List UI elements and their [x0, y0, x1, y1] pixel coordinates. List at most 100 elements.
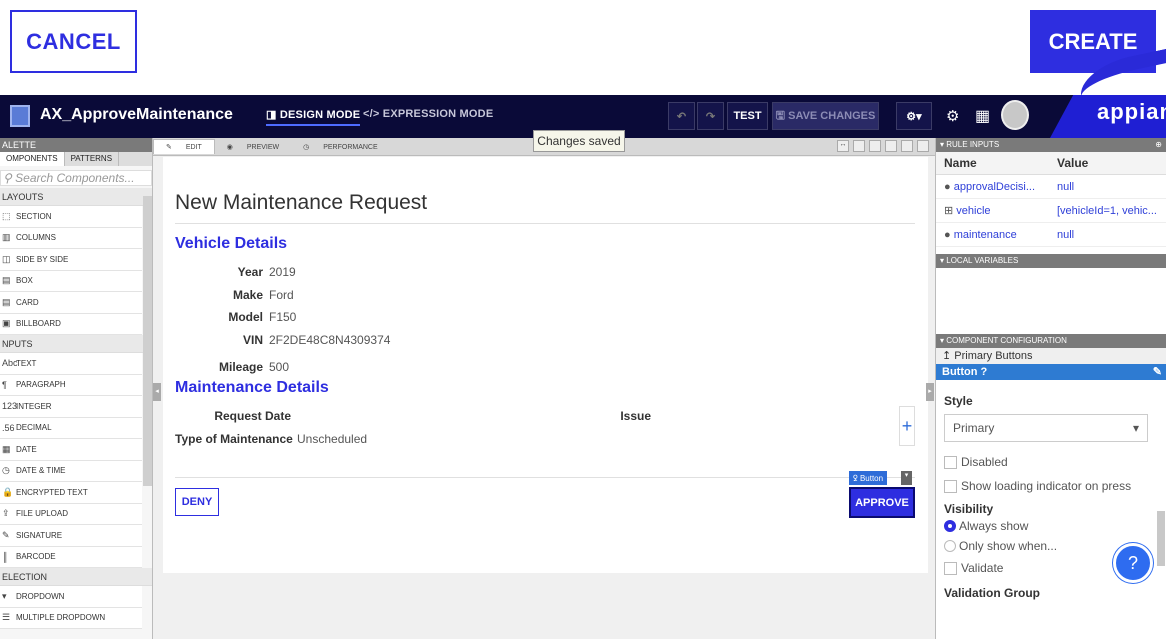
component-icon: ▤: [2, 296, 11, 307]
chevron-down-icon[interactable]: ▾: [901, 471, 912, 485]
expand-icon[interactable]: ⊞: [944, 205, 953, 217]
mileage-value: 500: [269, 360, 290, 374]
monitor-icon[interactable]: [869, 140, 881, 152]
palette-item[interactable]: .56 DECIMAL: [0, 417, 142, 439]
palette-item[interactable]: 123 INTEGER: [0, 396, 142, 418]
user-avatar[interactable]: [1001, 100, 1029, 130]
palette-item-label: BOX: [16, 276, 33, 286]
component-icon: ▾: [2, 590, 7, 601]
palette-item[interactable]: ║ BARCODE: [0, 546, 142, 568]
collapse-right-icon[interactable]: ▸: [926, 383, 934, 401]
radio[interactable]: [944, 540, 956, 552]
palette-item-label: DATE & TIME: [16, 466, 66, 476]
palette-item[interactable]: ¶ PARAGRAPH: [0, 374, 142, 396]
checkbox[interactable]: [944, 455, 957, 469]
rule-input-row[interactable]: ● approvalDecisi... null: [936, 175, 1166, 199]
help-icon[interactable]: ?: [1113, 543, 1153, 583]
checkbox[interactable]: [944, 479, 957, 493]
apps-grid-icon[interactable]: ▦: [975, 106, 990, 126]
palette-item[interactable]: ✎ SIGNATURE: [0, 525, 142, 547]
phone-icon[interactable]: [917, 140, 929, 152]
tab-edit[interactable]: ✎ EDIT: [153, 139, 215, 154]
changes-saved-toast: Changes saved: [533, 130, 625, 152]
desktop-icon[interactable]: [853, 140, 865, 152]
palette-item[interactable]: ◫ SIDE BY SIDE: [0, 249, 142, 271]
palette-item[interactable]: ☰ MULTIPLE DROPDOWN: [0, 607, 142, 629]
settings-button[interactable]: ⚙▾: [896, 102, 932, 130]
palette-item-label: PARAGRAPH: [16, 380, 66, 390]
tab-patterns[interactable]: PATTERNS: [65, 152, 120, 166]
divider: [175, 223, 915, 224]
loading-indicator-checkbox[interactable]: Show loading indicator on press: [936, 474, 1166, 498]
local-variables-area: [936, 268, 1166, 334]
approve-button[interactable]: APPROVE: [849, 487, 915, 518]
palette-item-label: ENCRYPTED TEXT: [16, 487, 88, 497]
design-canvas: ✎ EDIT ◉ PREVIEW ◷ PERFORMANCE ↔ New Mai…: [153, 138, 935, 639]
expression-mode-tab[interactable]: </> EXPRESSION MODE: [363, 108, 493, 120]
component-icon: ¶: [2, 379, 7, 390]
collapse-left-icon[interactable]: ◂: [153, 383, 161, 401]
rule-input-row[interactable]: ● maintenance null: [936, 223, 1166, 247]
fit-width-icon[interactable]: ↔: [837, 140, 849, 152]
tab-components[interactable]: OMPONENTS: [0, 152, 65, 166]
parent-breadcrumb[interactable]: ↥ Primary Buttons: [936, 348, 1166, 364]
component-icon: ║: [2, 551, 9, 562]
palette-item[interactable]: ▤ CARD: [0, 292, 142, 314]
divider: [175, 477, 915, 478]
chevron-down-icon: ▾: [1132, 421, 1139, 435]
palette-item[interactable]: ▣ BILLBOARD: [0, 313, 142, 335]
palette-item-label: INTEGER: [16, 401, 52, 411]
save-changes-button[interactable]: 🖫 SAVE CHANGES: [772, 102, 879, 130]
checkbox[interactable]: [944, 561, 957, 575]
palette-item[interactable]: ▥ COLUMNS: [0, 227, 142, 249]
add-icon[interactable]: ⊕: [1155, 138, 1162, 152]
test-button[interactable]: TEST: [727, 102, 768, 130]
help-icon[interactable]: ?: [981, 366, 988, 378]
palette-section-header[interactable]: NPUTS: [0, 335, 152, 353]
tab-preview[interactable]: ◉ PREVIEW: [215, 140, 291, 154]
style-dropdown[interactable]: Primary ▾: [944, 414, 1148, 442]
palette-section-header[interactable]: LAYOUTS: [0, 188, 152, 206]
palette-section-header[interactable]: ELECTION: [0, 568, 152, 586]
palette-item[interactable]: Abc TEXT: [0, 353, 142, 375]
radio-selected[interactable]: [944, 520, 956, 532]
maintenance-details-heading: Maintenance Details: [175, 379, 329, 396]
palette-scrollbar[interactable]: [143, 196, 152, 486]
request-date-label: Request Date: [214, 409, 291, 423]
palette-item[interactable]: ⬚ SECTION: [0, 206, 142, 228]
config-scrollbar[interactable]: [1157, 511, 1165, 566]
always-show-radio[interactable]: Always show: [936, 516, 1166, 536]
palette-item-label: BARCODE: [16, 552, 56, 562]
deny-button[interactable]: DENY: [175, 488, 219, 516]
tools-icon[interactable]: ⚙: [946, 107, 959, 125]
cancel-button[interactable]: CANCEL: [10, 10, 137, 73]
rule-input-row[interactable]: ⊞ vehicle [vehicleId=1, vehic...: [936, 199, 1166, 223]
palette-item-label: BILLBOARD: [16, 319, 61, 329]
disabled-checkbox[interactable]: Disabled: [936, 450, 1166, 474]
make-label: Make: [232, 288, 263, 302]
undo-button[interactable]: ↶: [668, 102, 695, 130]
search-components-input[interactable]: ⚲ Search Components...: [0, 170, 152, 186]
palette-item[interactable]: ⇪ FILE UPLOAD: [0, 503, 142, 525]
component-icon: 123: [2, 401, 18, 412]
rule-input-value: null: [1057, 228, 1075, 241]
tab-performance[interactable]: ◷ PERFORMANCE: [291, 140, 390, 154]
edit-icon[interactable]: ✎: [1153, 364, 1162, 380]
palette-item[interactable]: 🔒 ENCRYPTED TEXT: [0, 482, 142, 504]
palette-item[interactable]: ▾ DROPDOWN: [0, 586, 142, 608]
palette-item[interactable]: ▦ DATE: [0, 439, 142, 461]
type-of-maintenance-label: Type of Maintenance: [175, 432, 293, 446]
component-configuration-header[interactable]: ▾ COMPONENT CONFIGURATION: [936, 334, 1166, 348]
tablet-icon[interactable]: [901, 140, 913, 152]
selected-component-tag[interactable]: ꝿ Button: [849, 471, 888, 485]
local-variables-header[interactable]: ▾ LOCAL VARIABLES: [936, 254, 1166, 268]
add-row-button[interactable]: +: [899, 406, 915, 446]
palette-item[interactable]: ▤ BOX: [0, 270, 142, 292]
palette-item[interactable]: ◷ DATE & TIME: [0, 460, 142, 482]
rule-inputs-header[interactable]: ▾ RULE INPUTS ⊕: [936, 138, 1166, 152]
design-mode-tab[interactable]: ◨ DESIGN MODE: [266, 108, 361, 126]
laptop-icon[interactable]: [885, 140, 897, 152]
palette-item-label: SIGNATURE: [16, 530, 63, 540]
redo-button[interactable]: ↷: [697, 102, 724, 130]
form-title: New Maintenance Request: [175, 191, 428, 214]
